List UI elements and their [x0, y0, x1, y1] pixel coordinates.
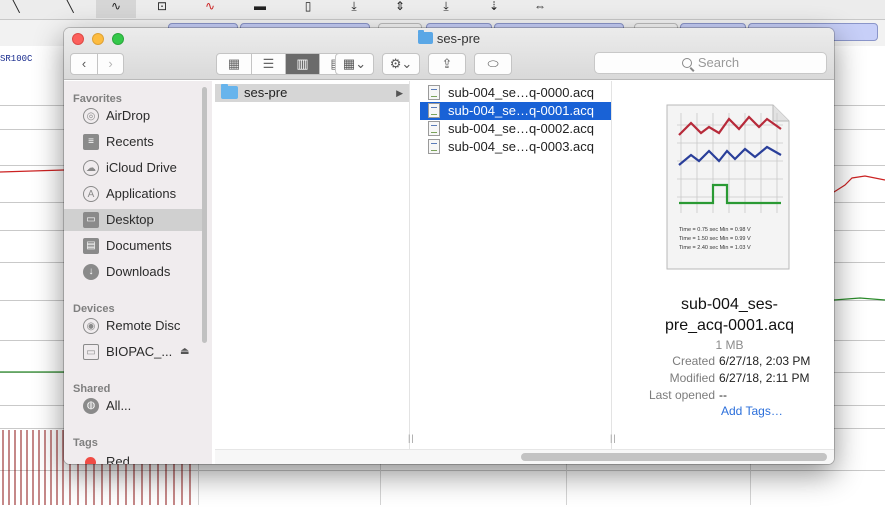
sidebar-item-applications[interactable]: A Applications — [64, 183, 204, 205]
airdrop-icon: ◎ — [83, 108, 99, 124]
meta-label: Created — [672, 354, 715, 368]
column-resize-handle[interactable]: || — [610, 433, 617, 443]
sidebar-item-label: AirDrop — [106, 108, 151, 123]
desktop-icon: ▭ — [83, 212, 99, 228]
sidebar-item-desktop[interactable]: ▭ Desktop — [64, 209, 204, 231]
acq-file-icon — [428, 139, 440, 154]
downloads-icon: ↓ — [83, 264, 99, 280]
meta-label: Last opened — [648, 388, 715, 402]
acq-file-icon — [428, 121, 440, 136]
folder-name: ses-pre — [244, 85, 288, 100]
eject-icon[interactable]: ⏏ — [180, 341, 189, 363]
file-name: sub-004_se…q-0003.acq — [448, 139, 594, 154]
meta-modified-row: Modified 6/27/18, 2:11 PM — [625, 370, 834, 387]
sidebar-item-label: Desktop — [106, 212, 154, 227]
drive-icon: ▭ — [83, 344, 99, 360]
meta-created-row: Created 6/27/18, 2:03 PM — [625, 353, 834, 370]
sidebar-item-label: Remote Disc — [106, 318, 181, 333]
meta-last-opened-row: Last opened -- — [625, 387, 834, 404]
sidebar-item-label: BIOPAC_... — [106, 344, 173, 359]
sidebar-item-label: iCloud Drive — [106, 160, 177, 175]
acq-file-icon — [428, 103, 440, 118]
column-view-button[interactable]: ▥ — [285, 54, 319, 74]
icon-view-button[interactable]: ▦ — [217, 54, 251, 74]
svg-text:Time = 0.75 sec Min = 0.98 V: Time = 0.75 sec Min = 0.98 V — [679, 227, 751, 233]
sidebar-scrollbar[interactable] — [202, 87, 207, 343]
sidebar-section-shared: Shared — [73, 383, 111, 395]
disc-icon: ◉ — [83, 318, 99, 334]
search-input[interactable]: Search — [594, 52, 827, 74]
sidebar-section-devices: Devices — [73, 303, 115, 315]
folder-icon — [221, 84, 238, 99]
sidebar-item-label: Red — [106, 454, 130, 464]
sidebar-item-biopac[interactable]: ▭ BIOPAC_... ⏏ — [64, 341, 204, 363]
preview-pane: Time = 0.75 sec Min = 0.98 V Time = 1.50… — [625, 81, 834, 449]
column-resize-handle[interactable]: || — [408, 433, 415, 443]
file-row[interactable]: sub-004_se…q-0000.acq — [420, 84, 611, 102]
meta-value: 6/27/18, 2:11 PM — [719, 371, 810, 385]
file-row[interactable]: sub-004_se…q-0002.acq — [420, 120, 611, 138]
svg-text:Time = 2.40 sec Min = 1.03 V: Time = 2.40 sec Min = 1.03 V — [679, 245, 751, 251]
preview-file-name: sub-004_ses- pre_acq-0001.acq — [665, 296, 794, 334]
sidebar-item-label: Recents — [106, 134, 154, 149]
horizontal-scroll-thumb[interactable] — [521, 453, 827, 461]
acq-file-icon — [428, 85, 440, 100]
back-button[interactable]: ‹ — [71, 54, 97, 74]
sidebar-section-tags: Tags — [73, 437, 98, 449]
acq-document-thumbnail: Time = 0.75 sec Min = 0.98 V Time = 1.50… — [666, 104, 790, 270]
file-row-selected[interactable]: sub-004_se…q-0001.acq — [420, 102, 611, 120]
sidebar-item-recents[interactable]: ≡ Recents — [64, 131, 204, 153]
column-browser-column-2: sub-004_se…q-0000.acq sub-004_se…q-0001.… — [420, 81, 616, 449]
sidebar-item-tag-red[interactable]: Red — [64, 451, 204, 464]
file-name: sub-004_se…q-0000.acq — [448, 85, 594, 100]
sidebar-item-label: Documents — [106, 238, 172, 253]
applications-icon: A — [83, 186, 99, 202]
window-title: ses-pre — [64, 30, 834, 49]
action-gear-button[interactable]: ⚙⌄ — [382, 53, 420, 75]
finder-window: ses-pre ‹› ▦ ☰ ▥ ▤ ▦⌄ ⚙⌄ ⇪ ⬭ Search Favo… — [64, 28, 834, 464]
navigation-buttons: ‹ › — [70, 53, 124, 75]
sidebar-item-label: Downloads — [106, 264, 171, 279]
edit-tags-button[interactable]: ⬭ — [474, 53, 512, 75]
preview-file-size: 1 MB — [715, 338, 744, 352]
meta-value: 6/27/18, 2:03 PM — [719, 354, 811, 368]
sidebar-item-downloads[interactable]: ↓ Downloads — [64, 261, 204, 283]
sidebar-item-icloud-drive[interactable]: ☁ iCloud Drive — [64, 157, 204, 179]
share-button[interactable]: ⇪ — [428, 53, 466, 75]
add-tags-link[interactable]: Add Tags… — [721, 404, 783, 418]
sidebar: Favorites ◎ AirDrop ≡ Recents ☁ iCloud D… — [64, 81, 212, 464]
folder-row-ses-pre[interactable]: ses-pre ▶ — [215, 84, 409, 102]
sidebar-item-all-shared[interactable]: ◍ All... — [64, 395, 204, 417]
recents-icon: ≡ — [83, 134, 99, 150]
forward-button[interactable]: › — [97, 54, 123, 74]
window-titlebar[interactable]: ses-pre ‹› ▦ ☰ ▥ ▤ ▦⌄ ⚙⌄ ⇪ ⬭ Search — [64, 28, 834, 80]
search-placeholder: Search — [697, 55, 740, 70]
horizontal-scrollbar[interactable] — [215, 449, 834, 464]
sidebar-item-airdrop[interactable]: ◎ AirDrop — [64, 105, 204, 127]
folder-icon — [417, 30, 433, 44]
sidebar-item-label: All... — [106, 398, 132, 413]
svg-text:Time = 1.50 sec Min = 0.99 V: Time = 1.50 sec Min = 0.99 V — [679, 236, 751, 242]
meta-label: Modified — [669, 371, 715, 385]
network-icon: ◍ — [83, 398, 99, 414]
view-mode-control: ▦ ☰ ▥ ▤ — [216, 53, 354, 75]
disclosure-chevron-icon: ▶ — [396, 88, 403, 98]
file-row[interactable]: sub-004_se…q-0003.acq — [420, 138, 611, 156]
list-view-button[interactable]: ☰ — [251, 54, 285, 74]
sidebar-item-label: Applications — [106, 186, 177, 201]
file-name: sub-004_se…q-0001.acq — [448, 103, 594, 118]
sidebar-section-favorites: Favorites — [73, 93, 122, 105]
arrange-button[interactable]: ▦⌄ — [335, 53, 374, 75]
column-browser-column-1: ses-pre ▶ || — [215, 81, 414, 449]
sidebar-item-documents[interactable]: ▤ Documents — [64, 235, 204, 257]
cloud-icon: ☁ — [83, 160, 99, 176]
search-icon — [681, 58, 692, 68]
file-name: sub-004_se…q-0002.acq — [448, 121, 594, 136]
documents-icon: ▤ — [83, 238, 99, 254]
red-tag-icon — [85, 457, 96, 464]
sidebar-item-remote-disc[interactable]: ◉ Remote Disc — [64, 315, 204, 337]
meta-value: -- — [719, 388, 727, 402]
